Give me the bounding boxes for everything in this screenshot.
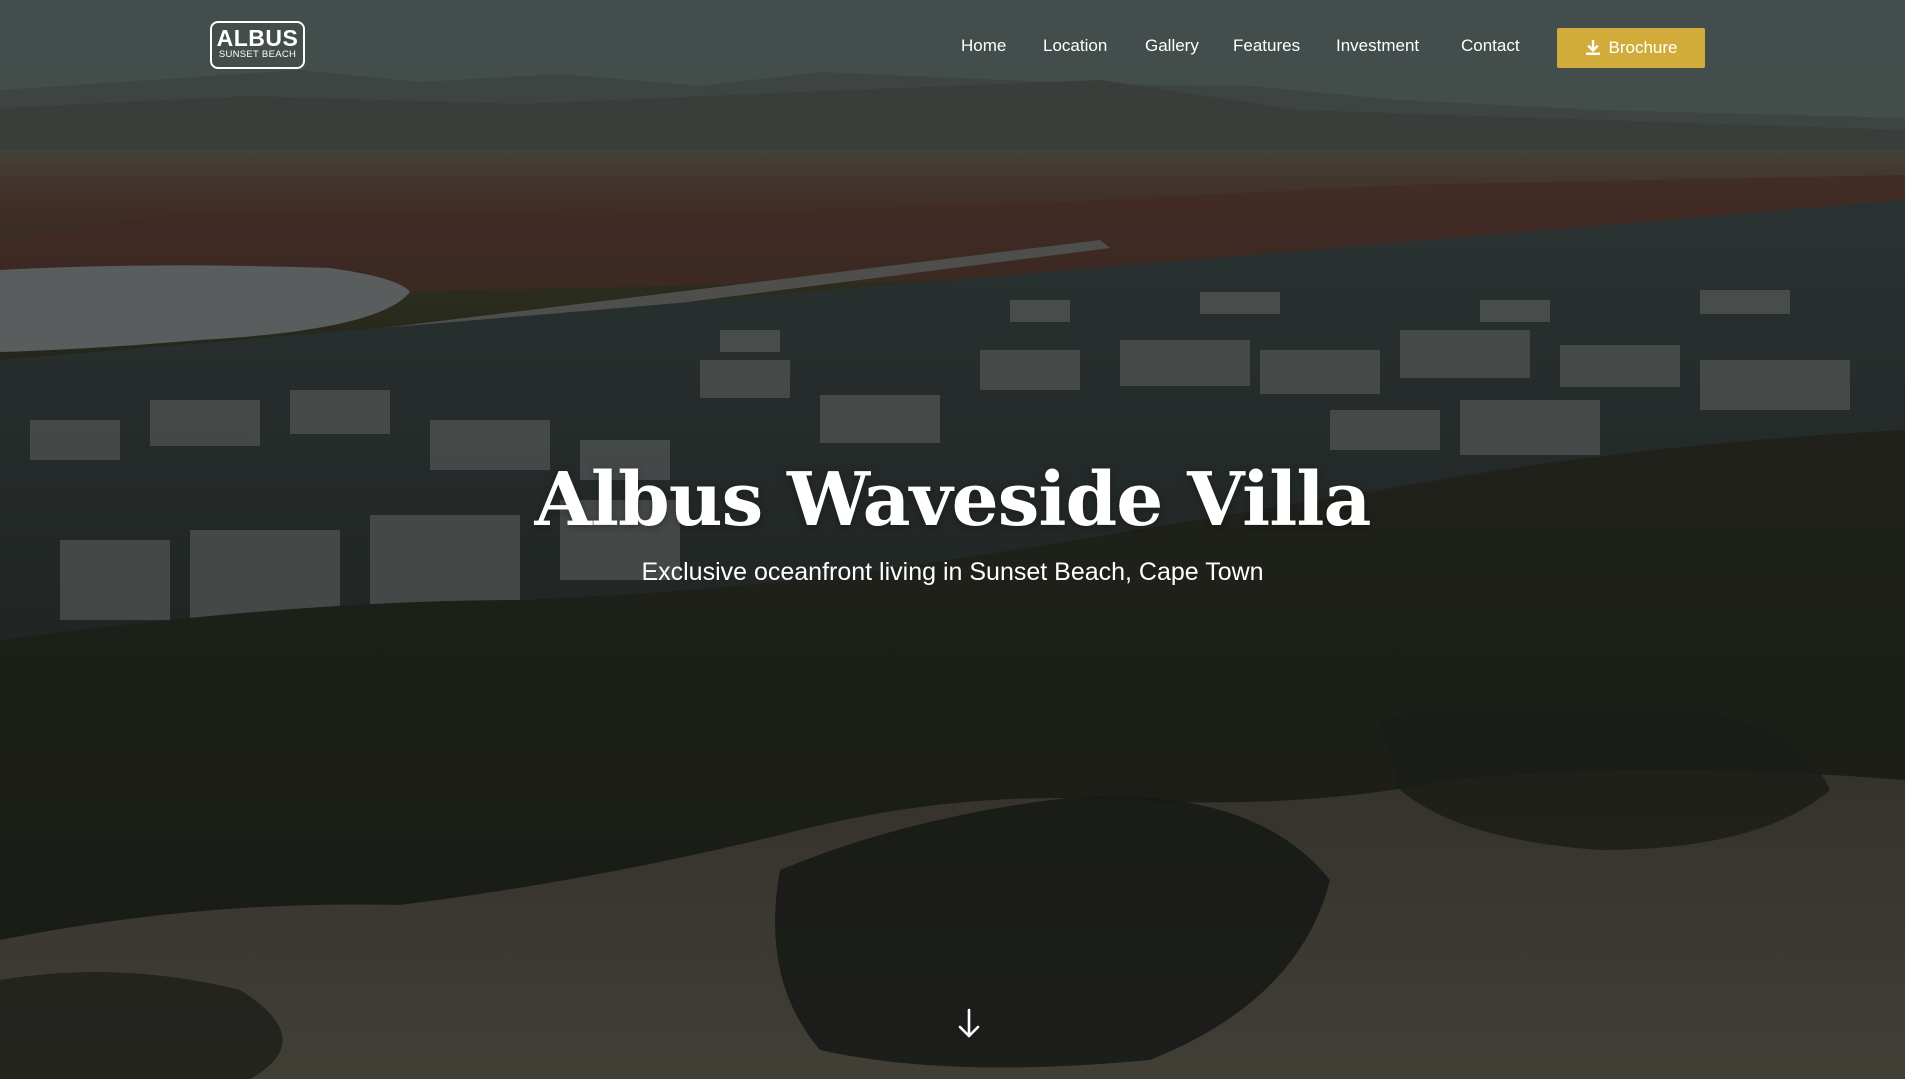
hero-section: ALBUS SUNSET BEACH Home Location Gallery… xyxy=(0,0,1905,1079)
hero-subtitle: Exclusive oceanfront living in Sunset Be… xyxy=(641,558,1264,586)
logo-main-text: ALBUS xyxy=(216,25,299,51)
nav-link-gallery[interactable]: Gallery xyxy=(1145,36,1199,56)
nav-link-home[interactable]: Home xyxy=(961,36,1006,56)
download-icon xyxy=(1585,40,1601,56)
brochure-button-label: Brochure xyxy=(1608,38,1678,57)
logo[interactable]: ALBUS SUNSET BEACH xyxy=(210,21,305,69)
arrow-down-icon[interactable] xyxy=(955,1008,983,1040)
brochure-button[interactable]: Brochure xyxy=(1557,28,1705,68)
nav-link-features[interactable]: Features xyxy=(1233,36,1300,56)
hero-title: Albus Waveside Villa xyxy=(534,457,1372,543)
logo-sub-text: SUNSET BEACH xyxy=(218,49,297,60)
nav-link-location[interactable]: Location xyxy=(1043,36,1107,56)
navbar: ALBUS SUNSET BEACH Home Location Gallery… xyxy=(0,0,1905,94)
nav-link-contact[interactable]: Contact xyxy=(1461,36,1520,56)
nav-link-investment[interactable]: Investment xyxy=(1336,36,1419,56)
